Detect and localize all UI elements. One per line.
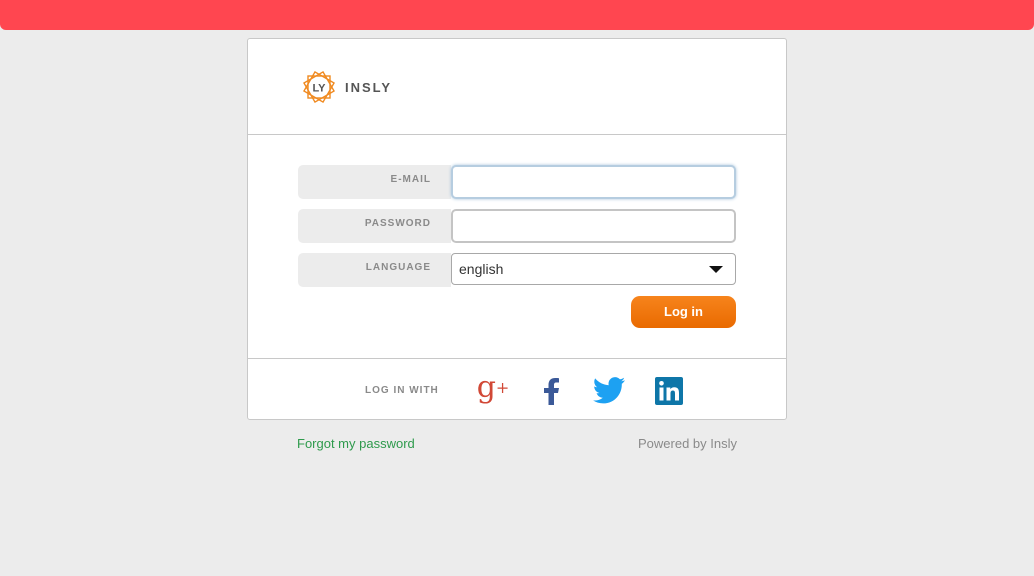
brand-name: INSLY [345,79,393,95]
social-login-label: LOG IN WITH [365,385,439,396]
email-label: E-MAIL [298,165,451,199]
top-bar [0,0,1034,30]
chevron-down-icon [709,266,723,273]
forgot-password-link[interactable]: Forgot my password [297,436,415,451]
language-select[interactable]: english [451,253,736,285]
facebook-icon[interactable] [534,375,568,407]
login-button[interactable]: Log in [631,296,736,328]
linkedin-icon[interactable] [652,375,686,407]
password-field[interactable] [451,209,736,243]
svg-text:LY: LY [312,83,326,95]
insly-logo-icon: LY [301,69,337,105]
google-plus-icon[interactable]: g + [476,372,510,404]
password-label: PASSWORD [298,209,451,243]
language-label: LANGUAGE [298,253,451,287]
password-row: PASSWORD [298,209,736,243]
language-row: LANGUAGE english [298,253,736,287]
language-selected-value: english [459,261,504,277]
email-row: E-MAIL [298,165,736,199]
email-field[interactable] [451,165,736,199]
twitter-icon[interactable] [592,375,626,407]
login-card: LY INSLY E-MAIL PASSWORD LANGUAGE englis… [247,38,787,420]
card-header: LY INSLY [248,39,786,135]
social-divider [248,358,786,359]
brand-logo: LY INSLY [301,69,392,105]
powered-by-text: Powered by Insly [638,436,737,451]
